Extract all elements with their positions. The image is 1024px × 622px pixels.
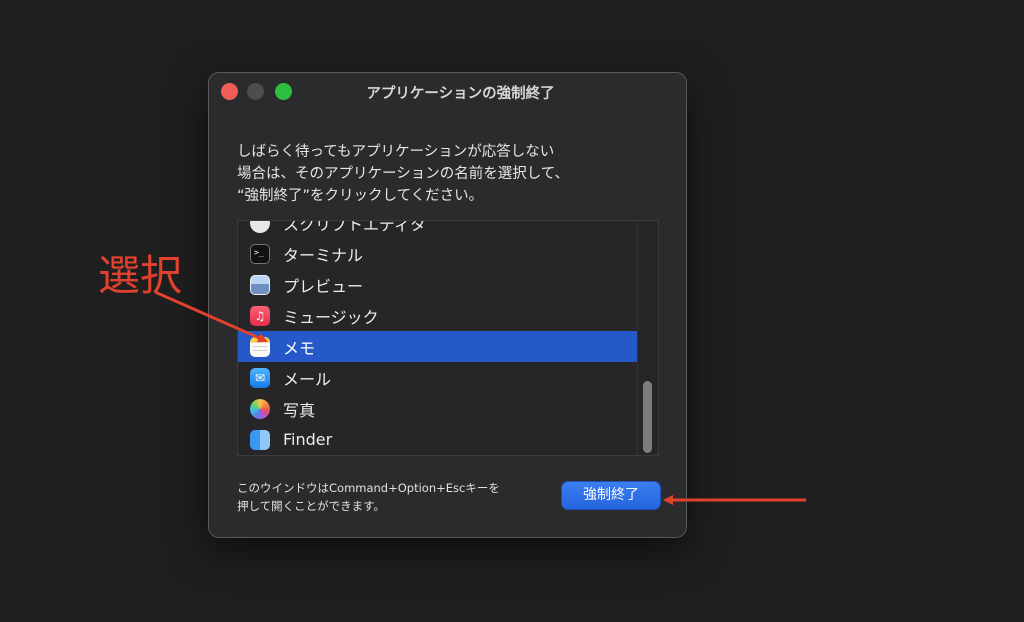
photos-icon (250, 398, 270, 419)
scrollbar-thumb[interactable] (643, 381, 652, 453)
preview-icon (250, 274, 270, 295)
force-quit-window: アプリケーションの強制終了 しばらく待ってもアプリケーションが応答しない 場合は… (208, 72, 687, 538)
title-bar: アプリケーションの強制終了 (209, 73, 686, 111)
list-item-terminal[interactable]: >_ ターミナル (238, 238, 639, 269)
instructions-line: “強制終了”をクリックしてください。 (237, 188, 484, 204)
list-item-mail[interactable]: ✉ メール (238, 362, 639, 393)
instructions-line: しばらく待ってもアプリケーションが応答しない (237, 144, 555, 160)
list-item-music[interactable]: ♫ ミュージック (238, 300, 639, 331)
script-editor-icon (250, 221, 270, 233)
list-item-script-editor[interactable]: スクリプトエディタ (238, 220, 639, 238)
shortcut-hint-line: このウインドウはCommand+Option+Escキーを (237, 481, 500, 495)
mail-icon: ✉ (250, 367, 270, 388)
list-item-label: メール (283, 369, 332, 389)
list-item-label: プレビュー (283, 276, 364, 296)
list-item-photos[interactable]: 写真 (238, 393, 639, 424)
list-item-label: メモ (283, 338, 316, 358)
list-item-label: Finder (283, 430, 333, 449)
notes-icon (250, 336, 270, 357)
list-item-finder[interactable]: Finder (238, 424, 639, 455)
shortcut-hint: このウインドウはCommand+Option+Escキーを 押して開くことができ… (237, 479, 557, 515)
list-item-label: 写真 (283, 400, 316, 420)
list-item-label: スクリプトエディタ (283, 220, 426, 234)
window-title: アプリケーションの強制終了 (366, 86, 555, 102)
terminal-icon: >_ (250, 243, 270, 264)
list-item-notes[interactable]: メモ (238, 331, 639, 362)
finder-icon (250, 429, 270, 450)
shortcut-hint-line: 押して開くことができます。 (237, 499, 386, 513)
force-quit-button[interactable]: 強制終了 (562, 482, 660, 509)
annotation-select-label: 選択 (98, 251, 183, 300)
application-list[interactable]: スクリプトエディタ >_ ターミナル プレビュー ♫ ミュージック メモ ✉ メ… (237, 220, 659, 456)
instructions-text: しばらく待ってもアプリケーションが応答しない 場合は、そのアプリケーションの名前… (237, 141, 647, 207)
list-item-label: ターミナル (283, 245, 364, 265)
instructions-line: 場合は、そのアプリケーションの名前を選択して、 (237, 166, 570, 182)
list-scrollbar[interactable] (637, 221, 658, 455)
list-item-preview[interactable]: プレビュー (238, 269, 639, 300)
music-icon: ♫ (250, 305, 270, 326)
list-item-label: ミュージック (283, 307, 379, 327)
